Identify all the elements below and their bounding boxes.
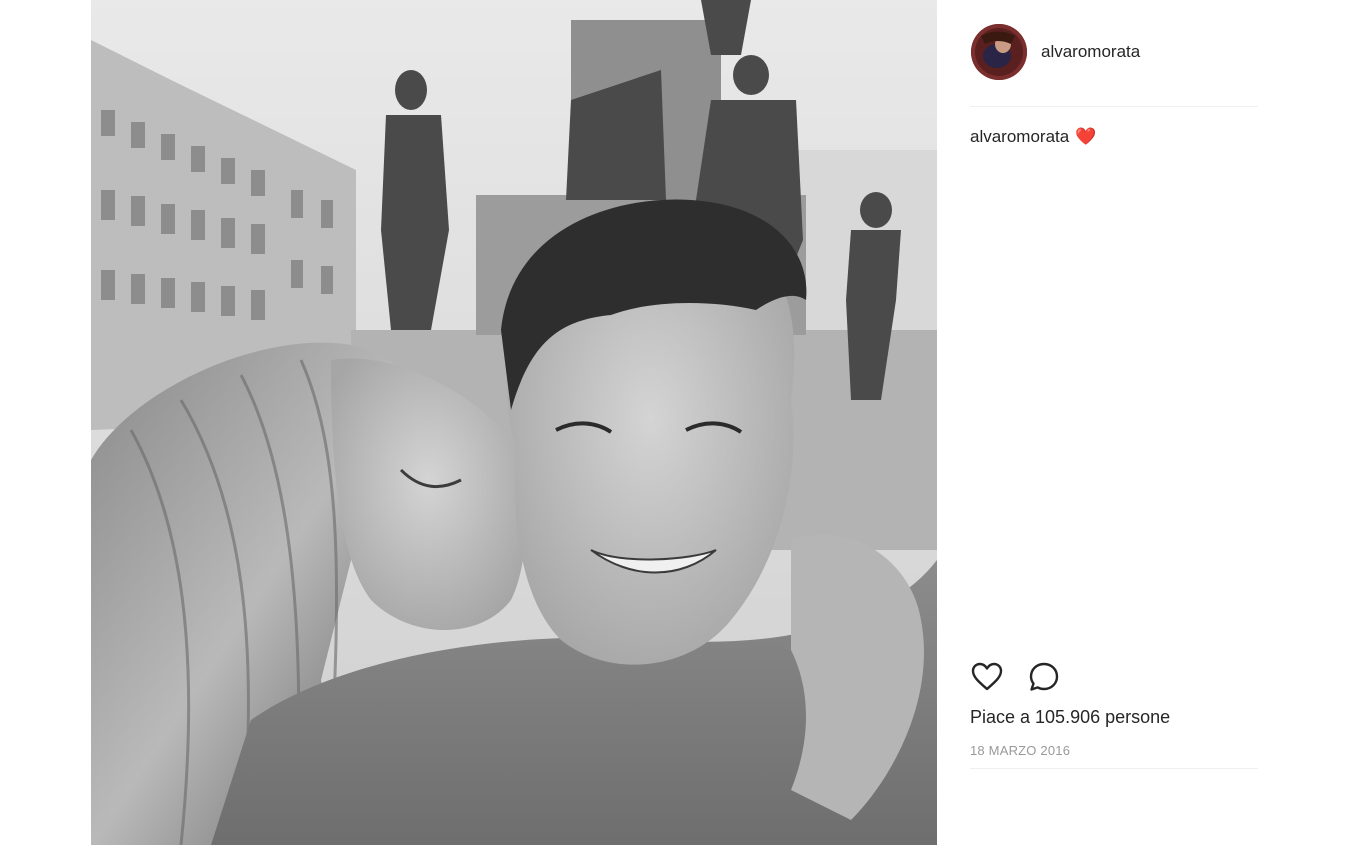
- avatar-image: [971, 24, 1027, 80]
- comment-button[interactable]: [1027, 660, 1061, 694]
- heart-outline-icon: [971, 662, 1003, 691]
- caption-text: ❤️: [1075, 127, 1097, 146]
- post-photo-graphic: [91, 0, 937, 845]
- footer-divider: [970, 768, 1258, 769]
- post-caption: alvaromorata ❤️: [970, 127, 1096, 147]
- caption-username[interactable]: alvaromorata: [970, 127, 1069, 146]
- post-date[interactable]: 18 MARZO 2016: [970, 743, 1070, 758]
- post-author-username[interactable]: alvaromorata: [1041, 42, 1140, 62]
- avatar[interactable]: [971, 24, 1027, 80]
- likes-count[interactable]: Piace a 105.906 persone: [970, 707, 1170, 728]
- header-divider: [970, 106, 1258, 107]
- post-sidebar: alvaromorata alvaromorata ❤️ Piace a 105.…: [970, 0, 1258, 845]
- post-header: alvaromorata: [970, 24, 1258, 80]
- post-photo[interactable]: [91, 0, 937, 845]
- instagram-post-page: alvaromorata alvaromorata ❤️ Piace a 105.…: [0, 0, 1350, 845]
- like-button[interactable]: [970, 660, 1004, 694]
- comment-bubble-icon: [1029, 662, 1059, 691]
- post-actions: [970, 660, 1258, 694]
